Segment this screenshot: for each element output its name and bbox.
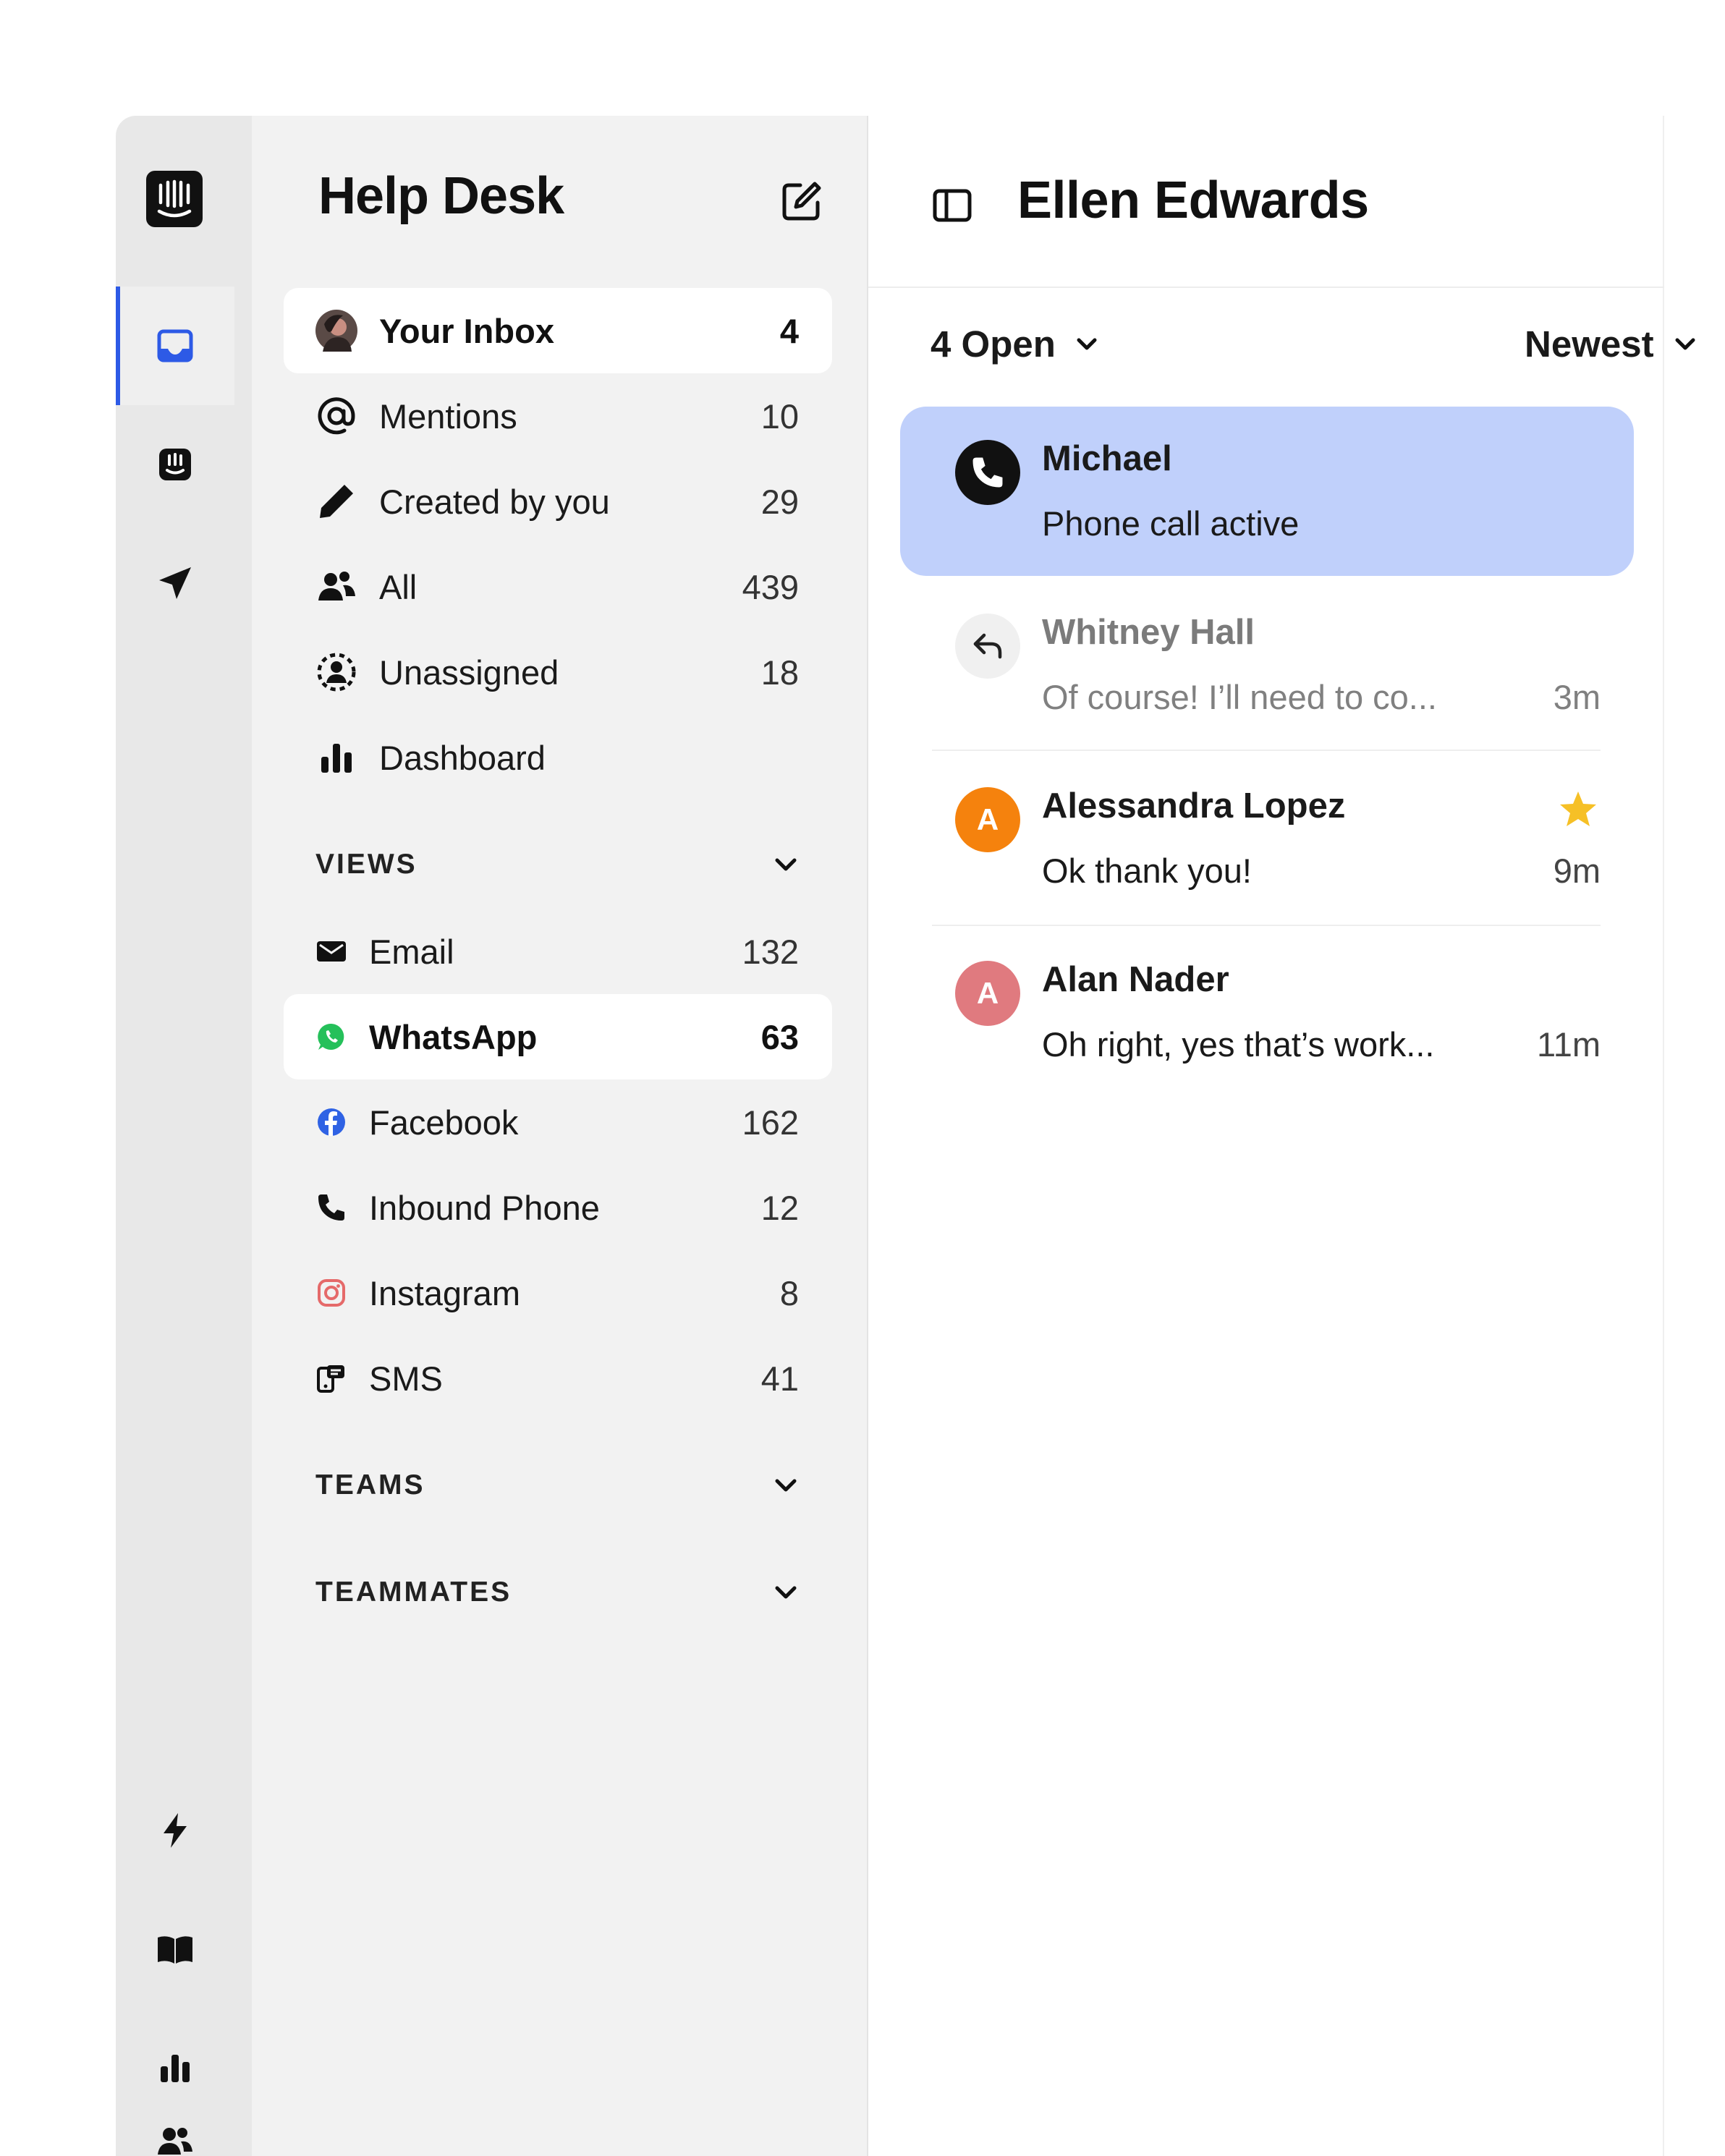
rail-inbox-button[interactable] <box>116 287 234 405</box>
rail-fin-button[interactable] <box>116 405 234 524</box>
at-sign-icon <box>315 395 357 437</box>
status-filter-dropdown[interactable]: 4 Open <box>931 323 1102 365</box>
rail-knowledge-button[interactable] <box>116 1890 234 2008</box>
inbox-navigation: Help Desk Your Inbox 4 Mentions 10 Creat… <box>252 116 917 2156</box>
instagram-icon <box>315 1277 347 1309</box>
sms-icon <box>315 1362 347 1394</box>
conversation-preview: Ok thank you! <box>1042 852 1252 890</box>
conversation-time: 9m <box>1553 852 1601 890</box>
phone-icon <box>315 1192 347 1223</box>
people-icon <box>158 2128 192 2155</box>
conversation-preview: Phone call active <box>1042 504 1300 543</box>
views-section-header[interactable]: VIEWS <box>315 839 802 890</box>
envelope-icon <box>315 935 347 967</box>
nav-item-dashboard[interactable]: Dashboard <box>284 715 832 800</box>
reply-avatar <box>955 614 1020 679</box>
nav-item-unassigned[interactable]: Unassigned 18 <box>284 629 832 715</box>
help-desk-app: Help Desk Your Inbox 4 Mentions 10 Creat… <box>116 116 1725 2156</box>
rail-reports-button[interactable] <box>116 2008 234 2127</box>
bar-chart-icon <box>161 2055 190 2082</box>
nav-item-mentions[interactable]: Mentions 10 <box>284 373 832 459</box>
star-icon[interactable] <box>1557 789 1599 831</box>
page-title: Help Desk <box>318 167 564 225</box>
nav-item-created-by-you[interactable]: Created by you 29 <box>284 459 832 544</box>
avatar <box>315 310 357 352</box>
view-item-email[interactable]: Email 132 <box>284 909 832 994</box>
paper-plane-icon <box>159 567 191 599</box>
contact-name: Ellen Edwards <box>1017 171 1369 229</box>
view-item-sms[interactable]: SMS 41 <box>284 1336 832 1421</box>
conversation-name: Whitney Hall <box>1042 613 1255 652</box>
rail-outbound-button[interactable] <box>116 524 234 642</box>
phone-call-avatar <box>955 440 1020 505</box>
intercom-logo-icon[interactable] <box>146 171 203 227</box>
conversation-preview: Oh right, yes that’s work... <box>1042 1025 1435 1064</box>
conversation-item-alan-nader[interactable]: A Alan Nader Oh right, yes that’s work..… <box>900 928 1634 1097</box>
chevron-down-icon <box>775 1479 797 1492</box>
conversation-header: Ellen Edwards <box>868 116 1664 288</box>
teams-section-header[interactable]: TEAMS <box>315 1460 802 1511</box>
sort-filter-dropdown[interactable]: Newest <box>1525 323 1700 365</box>
whatsapp-icon <box>315 1021 347 1053</box>
view-item-inbound-phone[interactable]: Inbound Phone 12 <box>284 1165 832 1250</box>
avatar: A <box>955 787 1020 852</box>
conversation-name: Alessandra Lopez <box>1042 786 1346 826</box>
avatar: A <box>955 961 1020 1026</box>
conversation-time: 11m <box>1537 1025 1601 1064</box>
conversation-time: 3m <box>1553 678 1601 716</box>
pencil-icon <box>315 480 357 522</box>
chevron-down-icon <box>775 858 797 871</box>
chevron-down-icon <box>775 1586 797 1599</box>
app-rail <box>116 116 252 2156</box>
chevron-down-icon <box>1077 338 1097 349</box>
view-item-whatsapp[interactable]: WhatsApp 63 <box>284 994 832 1079</box>
teammates-section-header[interactable]: TEAMMATES <box>315 1567 802 1618</box>
conversation-name: Michael <box>1042 439 1172 478</box>
inbox-icon <box>157 329 193 362</box>
conversation-list-panel: Ellen Edwards 4 Open Newest Michael Phon… <box>868 116 1695 2156</box>
conversation-name: Alan Nader <box>1042 960 1229 999</box>
compose-icon[interactable] <box>780 179 823 223</box>
phone-icon <box>972 457 1003 488</box>
chevron-down-icon <box>1675 338 1695 349</box>
conversation-item-whitney-hall[interactable]: Whitney Hall Of course! I’ll need to co.… <box>900 580 1634 750</box>
rail-automation-button[interactable] <box>116 1771 234 1890</box>
people-icon <box>315 566 357 608</box>
facebook-icon <box>315 1106 347 1138</box>
reply-arrow-icon <box>973 633 1002 659</box>
nav-item-your-inbox[interactable]: Your Inbox 4 <box>284 288 832 373</box>
sidebar-toggle-icon[interactable] <box>931 184 974 227</box>
conversation-preview: Of course! I’ll need to co... <box>1042 678 1437 716</box>
view-item-instagram[interactable]: Instagram 8 <box>284 1250 832 1336</box>
unassigned-icon <box>315 651 357 693</box>
book-icon <box>158 1936 192 1964</box>
bar-chart-icon <box>315 737 357 778</box>
view-item-facebook[interactable]: Facebook 162 <box>284 1079 832 1165</box>
conversation-item-alessandra-lopez[interactable]: A Alessandra Lopez Ok thank you! 9m <box>900 754 1634 923</box>
rail-contacts-button[interactable] <box>116 2124 234 2156</box>
fin-bot-icon <box>159 449 191 480</box>
conversation-item-michael[interactable]: Michael Phone call active <box>900 407 1634 576</box>
nav-item-all[interactable]: All 439 <box>284 544 832 629</box>
lightning-icon <box>164 1813 187 1848</box>
list-divider <box>932 750 1601 751</box>
list-divider <box>932 925 1601 926</box>
